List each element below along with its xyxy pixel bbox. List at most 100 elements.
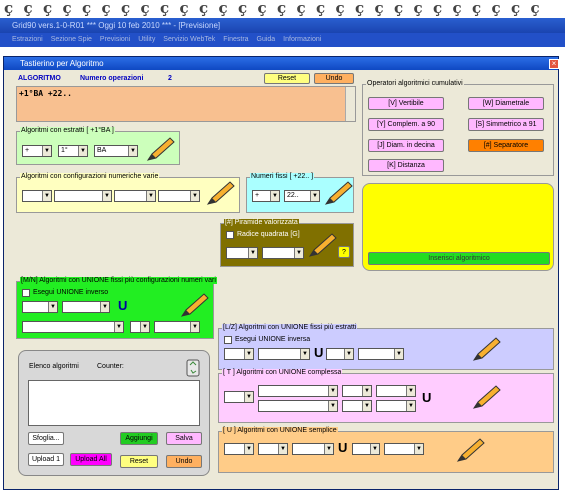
menu-informazioni[interactable]: Informazioni bbox=[283, 36, 321, 43]
mn-select-2[interactable]: ▼ bbox=[62, 301, 110, 313]
ops-label: Numero operazioni bbox=[80, 75, 144, 82]
estratti-sign-select[interactable]: + ▼ bbox=[22, 145, 52, 157]
pencil-icon[interactable] bbox=[454, 437, 486, 465]
lz-union-symbol: U bbox=[314, 345, 324, 360]
mn-inverso-checkbox[interactable] bbox=[22, 289, 30, 297]
mn-select-3[interactable]: ▼ bbox=[22, 321, 124, 333]
diametrale-button[interactable]: [W] Diametrale bbox=[468, 97, 544, 110]
mn-select-1[interactable]: ▼ bbox=[22, 301, 58, 313]
t-select-5[interactable]: ▼ bbox=[258, 400, 338, 412]
us-select-2[interactable]: ▼ bbox=[258, 443, 288, 455]
lz-title: [L/Z] Algoritmi con UNIONE fissi più est… bbox=[222, 324, 358, 331]
algoritmo-label: ALGORITMO bbox=[18, 75, 61, 82]
config-select-1[interactable]: ▼ bbox=[22, 190, 52, 202]
menu-utility[interactable]: Utility bbox=[138, 36, 155, 43]
lz-inverso-label: Esegui UNIONE inversa bbox=[235, 336, 311, 343]
us-select-3[interactable]: ▼ bbox=[292, 443, 334, 455]
elenco-reset-button[interactable]: Reset bbox=[120, 455, 158, 468]
menu-estrazioni[interactable]: Estrazioni bbox=[12, 36, 43, 43]
reset-button[interactable]: Reset bbox=[264, 73, 310, 84]
us-select-4[interactable]: ▼ bbox=[352, 443, 380, 455]
separatore-button[interactable]: [#] Separatore bbox=[468, 139, 544, 152]
pencil-icon[interactable] bbox=[204, 180, 236, 208]
close-icon[interactable]: × bbox=[549, 59, 559, 69]
t-title: [ T ] Algoritmi con UNIONE complessa bbox=[222, 369, 343, 376]
us-select-5[interactable]: ▼ bbox=[384, 443, 424, 455]
t-union-symbol: U bbox=[422, 390, 432, 405]
expression-scrollbar[interactable] bbox=[345, 87, 355, 121]
pencil-icon[interactable] bbox=[470, 384, 502, 412]
t-panel bbox=[218, 373, 554, 423]
upload-all-button[interactable]: Upload All bbox=[70, 453, 112, 466]
menu-guida[interactable]: Guida bbox=[257, 36, 276, 43]
salva-button[interactable]: Salva bbox=[166, 432, 202, 445]
cumulative-operators-title: Operatori algoritmici cumulativi bbox=[366, 80, 464, 87]
pencil-icon[interactable] bbox=[322, 180, 354, 208]
mn-select-4[interactable]: ▼ bbox=[130, 321, 150, 333]
menu-previsioni[interactable]: Previsioni bbox=[100, 36, 130, 43]
pencil-icon[interactable] bbox=[306, 232, 338, 260]
aggiungi-button[interactable]: Aggiungi bbox=[120, 432, 158, 445]
fissi-title: Numeri fissi [ +22.. ] bbox=[250, 173, 315, 180]
mn-select-5[interactable]: ▼ bbox=[154, 321, 200, 333]
vertibile-button[interactable]: [V] Vertibile bbox=[368, 97, 444, 110]
lz-select-3[interactable]: ▼ bbox=[326, 348, 354, 360]
inserisci-button[interactable]: Inserisci algoritmico bbox=[368, 252, 550, 265]
radice-checkbox[interactable] bbox=[226, 231, 234, 239]
menu-finestra[interactable]: Finestra bbox=[223, 36, 248, 43]
piramide-title: [#] Piramide valorizzata bbox=[224, 219, 299, 226]
simmetrico-button[interactable]: [S] Simmetrico a 91 bbox=[468, 118, 544, 131]
pencil-icon[interactable] bbox=[178, 292, 210, 320]
t-select-3[interactable]: ▼ bbox=[342, 385, 372, 397]
lz-select-4[interactable]: ▼ bbox=[358, 348, 404, 360]
expression-display: +1°BA +22.. bbox=[16, 86, 356, 122]
menu-sezione-spie[interactable]: Sezione Spie bbox=[51, 36, 92, 43]
menu-servizio-webtek[interactable]: Servizio WebTek bbox=[163, 36, 215, 43]
counter-label: Counter: bbox=[97, 363, 124, 370]
lz-select-2[interactable]: ▼ bbox=[258, 348, 310, 360]
notebook-spiral: ҫҫҫҫҫҫҫҫҫҫҫҫҫҫҫҫҫҫҫҫҫҫҫҫҫҫҫҫ bbox=[0, 0, 565, 18]
config-title: Algoritmi con configurazioni numeriche v… bbox=[20, 173, 160, 180]
us-select-1[interactable]: ▼ bbox=[224, 443, 254, 455]
t-select-4[interactable]: ▼ bbox=[376, 385, 416, 397]
piramide-select-2[interactable]: ▼ bbox=[262, 247, 304, 259]
ops-count: 2 bbox=[168, 75, 172, 82]
us-union-symbol: U bbox=[338, 440, 348, 455]
mn-union-symbol: U bbox=[118, 298, 128, 313]
pencil-icon[interactable] bbox=[144, 136, 176, 164]
fissi-value-select[interactable]: 22.. ▼ bbox=[284, 190, 320, 202]
window-title: Tastierino per Algoritmo bbox=[20, 59, 104, 68]
t-select-1[interactable]: ▼ bbox=[224, 391, 254, 403]
estratti-pos-select[interactable]: 1° ▼ bbox=[58, 145, 88, 157]
diam-decina-button[interactable]: [J] Diam. in decina bbox=[368, 139, 444, 152]
us-title: [ U ] Algoritmi con UNIONE semplice bbox=[222, 427, 338, 434]
complem-button[interactable]: [Y] Complem. a 90 bbox=[368, 118, 444, 131]
menu-bar: Estrazioni Sezione Spie Previsioni Utili… bbox=[0, 33, 565, 47]
sfoglia-button[interactable]: Sfoglia... bbox=[28, 432, 64, 445]
config-select-4[interactable]: ▼ bbox=[158, 190, 200, 202]
config-select-2[interactable]: ▼ bbox=[54, 190, 112, 202]
app-title: Grid90 vers.1-0-R01 *** Oggi 10 feb 2010… bbox=[12, 21, 221, 30]
radice-label: Radice quadrata [G] bbox=[237, 231, 300, 238]
piramide-help-button[interactable]: ? bbox=[338, 246, 350, 258]
expression-text: +1°BA +22.. bbox=[19, 89, 72, 98]
elenco-listbox[interactable] bbox=[28, 380, 200, 426]
mn-title: [M/N] Algoritmi con UNIONE fissi più con… bbox=[20, 277, 217, 284]
t-select-2[interactable]: ▼ bbox=[258, 385, 338, 397]
estratti-title: Algoritmi con estratti [ +1°BA ] bbox=[20, 127, 115, 134]
estratti-ruota-select[interactable]: BA ▼ bbox=[94, 145, 138, 157]
distanza-button[interactable]: [K] Distanza bbox=[368, 159, 444, 172]
recycle-bin-icon[interactable] bbox=[182, 356, 204, 378]
t-select-7[interactable]: ▼ bbox=[376, 400, 416, 412]
fissi-sign-select[interactable]: + ▼ bbox=[252, 190, 280, 202]
elenco-undo-button[interactable]: Undo bbox=[166, 455, 202, 468]
pencil-icon[interactable] bbox=[470, 336, 502, 364]
t-select-6[interactable]: ▼ bbox=[342, 400, 372, 412]
undo-button[interactable]: Undo bbox=[314, 73, 354, 84]
config-select-3[interactable]: ▼ bbox=[114, 190, 156, 202]
window-title-bar: Tastierino per Algoritmo bbox=[4, 57, 558, 70]
lz-select-1[interactable]: ▼ bbox=[224, 348, 254, 360]
piramide-select-1[interactable]: ▼ bbox=[226, 247, 258, 259]
lz-inverso-checkbox[interactable] bbox=[224, 336, 232, 344]
upload1-button[interactable]: Upload 1 bbox=[28, 453, 64, 466]
